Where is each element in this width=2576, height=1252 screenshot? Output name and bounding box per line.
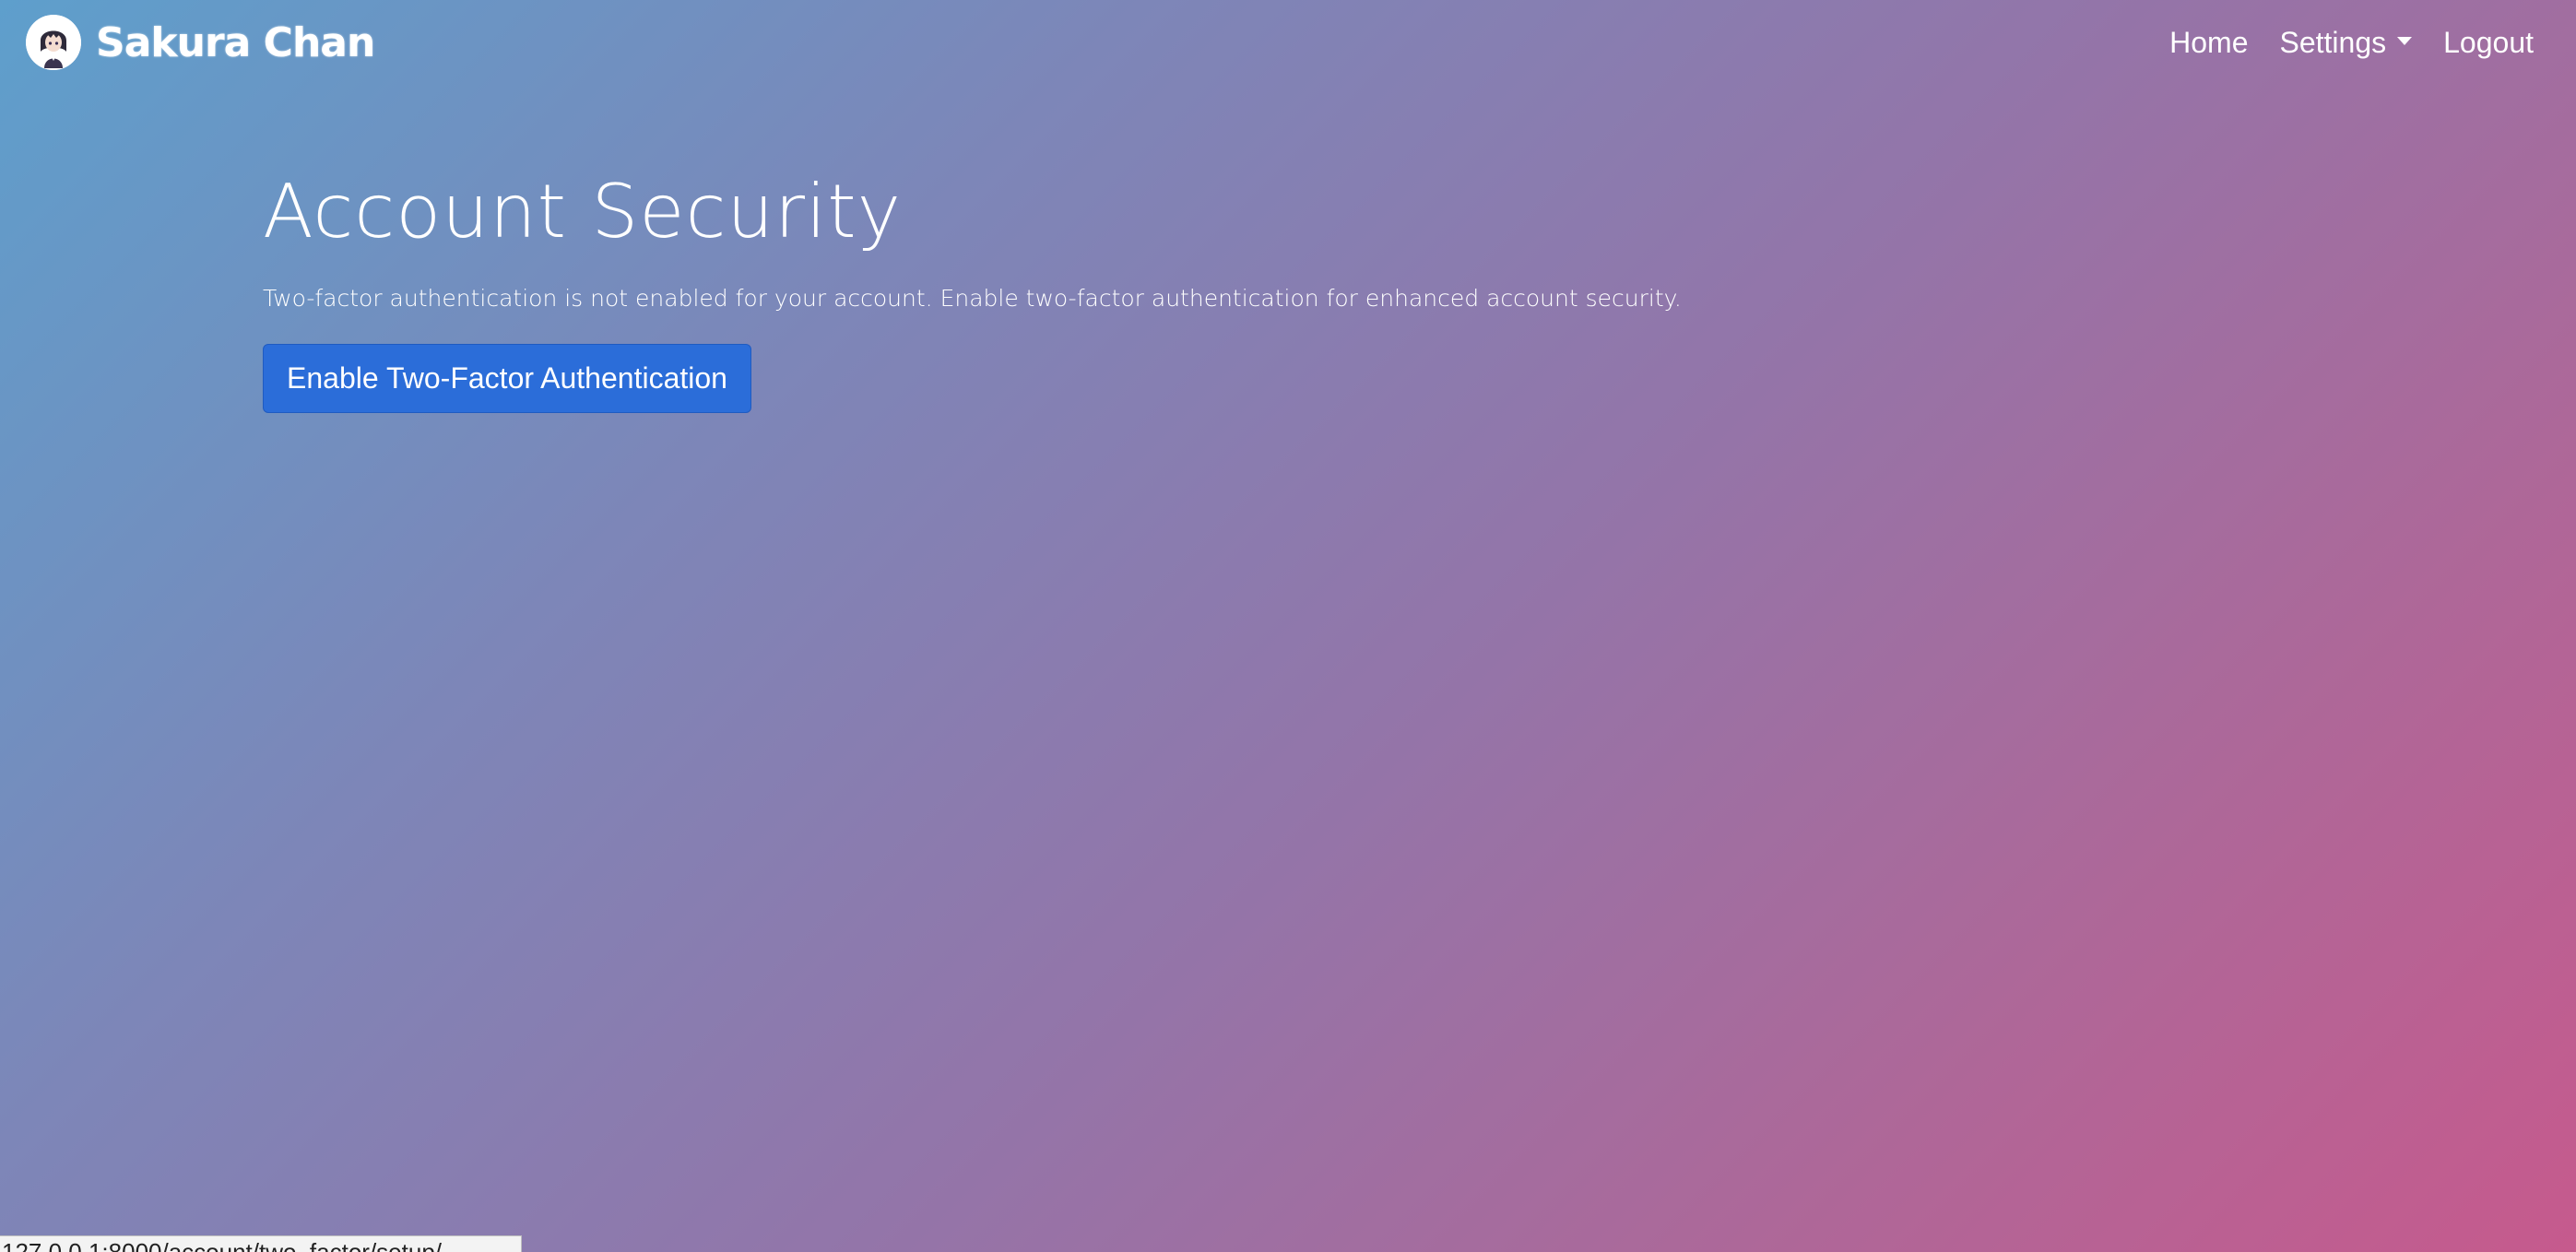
browser-status-bar: 127.0.0.1:8000/account/two_factor/setup/: [0, 1235, 522, 1252]
navbar: Sakura Chan Home Settings Logout: [0, 0, 2576, 85]
enable-two-factor-button[interactable]: Enable Two-Factor Authentication: [263, 344, 751, 413]
nav-home-link[interactable]: Home: [2169, 26, 2248, 60]
anime-avatar-icon: [26, 15, 81, 70]
page-title: Account Security: [263, 169, 902, 254]
brand-link[interactable]: Sakura Chan: [26, 15, 375, 70]
status-url: 127.0.0.1:8000/account/two_factor/setup/: [2, 1238, 443, 1252]
nav-settings-label: Settings: [2279, 25, 2387, 59]
nav-settings-dropdown[interactable]: Settings: [2280, 26, 2413, 60]
two-factor-status-text: Two-factor authentication is not enabled…: [263, 285, 1682, 312]
caret-down-icon: [2397, 36, 2413, 45]
brand-name: Sakura Chan: [96, 18, 375, 66]
nav-logout-link[interactable]: Logout: [2443, 26, 2534, 60]
main-content: Account Security Two-factor authenticati…: [263, 164, 2328, 413]
nav-links: Home Settings Logout: [2138, 18, 2534, 66]
